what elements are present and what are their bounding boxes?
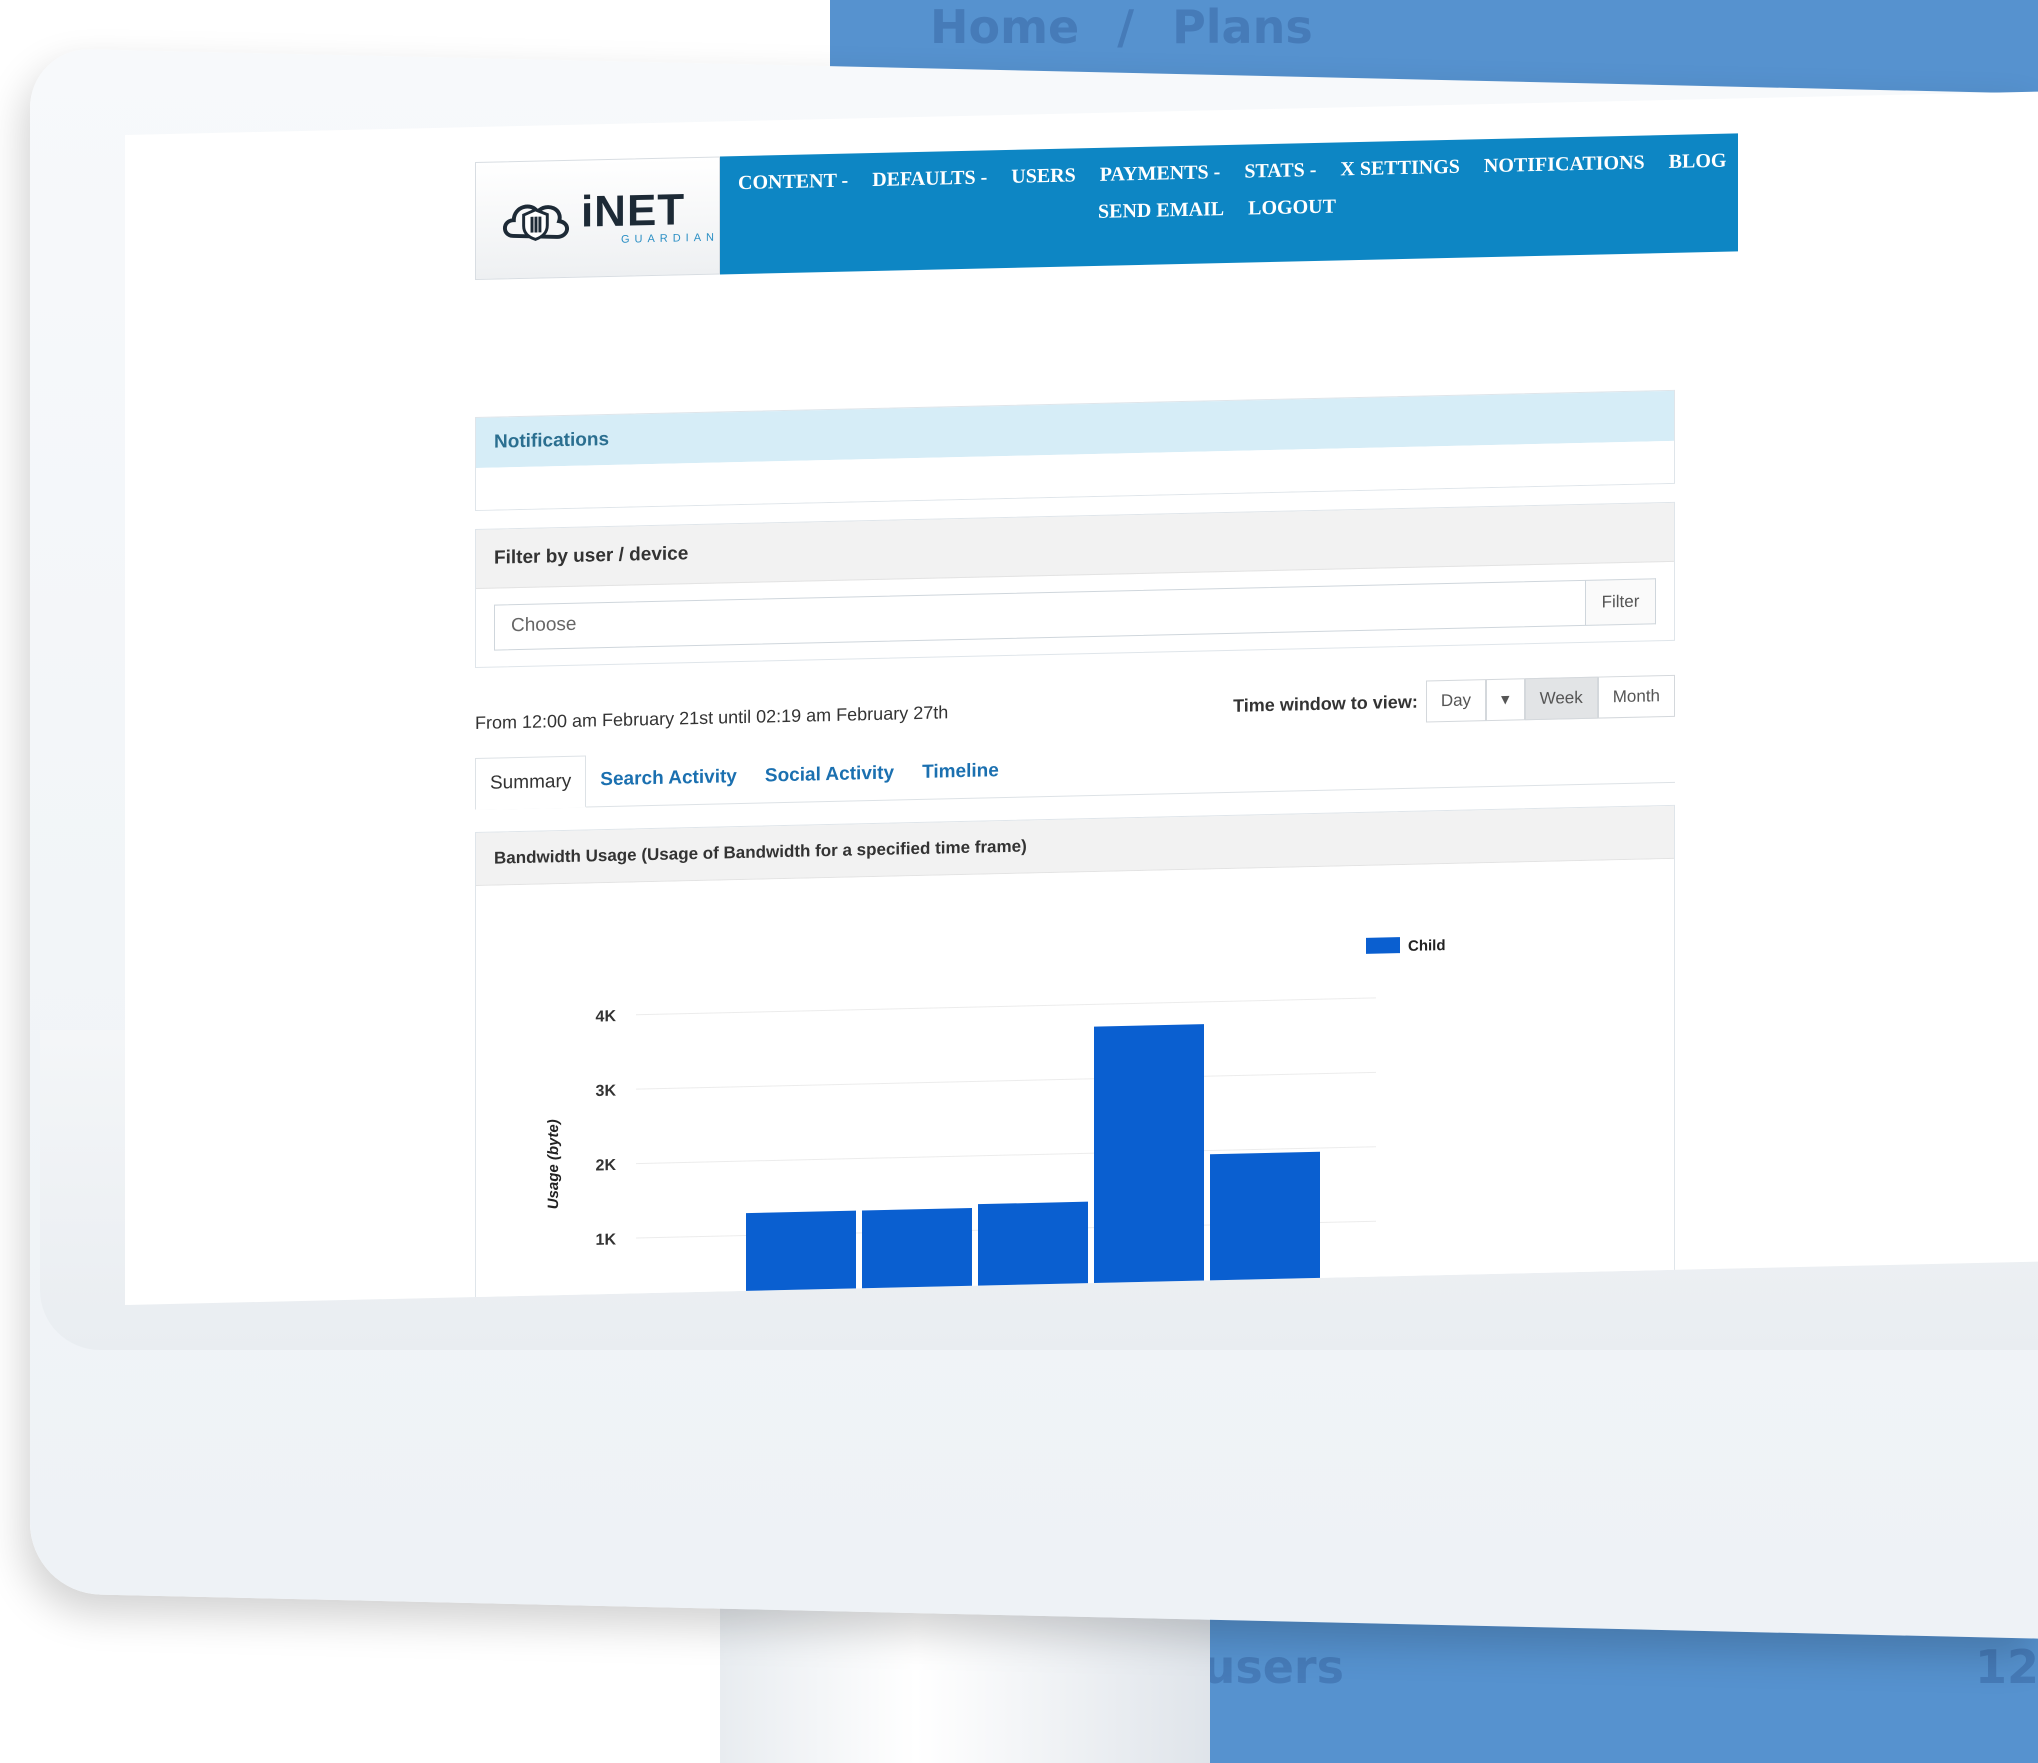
gridline <box>636 997 1376 1016</box>
date-range-text: From 12:00 am February 21st until 02:19 … <box>475 701 949 733</box>
bar <box>1210 1151 1320 1300</box>
legend-label: Child <box>1408 937 1445 955</box>
bandwidth-chart: 1K 2K 3K 4K Usage (byte) Child <box>476 858 1674 1305</box>
logo-tagline: GUARDIAN <box>620 231 719 246</box>
nav-item-users[interactable]: USERS <box>1011 164 1075 188</box>
main-nav: CONTENT - DEFAULTS - USERS PAYMENTS - STATS … <box>720 133 1739 275</box>
y-tick-label: 3K <box>596 1083 617 1100</box>
time-window-day-button[interactable]: Day <box>1425 679 1487 723</box>
range-row: From 12:00 am February 21st until 02:19 … <box>475 674 1675 744</box>
nav-item-stats[interactable]: STATS - <box>1244 159 1316 184</box>
logo-brand: iNET <box>580 185 686 237</box>
top-bar: iNET GUARDIAN CONTENT - DEFAULTS - USERS PA… <box>475 133 1739 287</box>
tab-social-activity[interactable]: Social Activity <box>751 748 908 803</box>
time-window-week-button[interactable]: Week <box>1524 676 1598 721</box>
nav-item-content[interactable]: CONTENT - <box>738 170 848 196</box>
time-window-group: Time window to view: Day ▾ Week Month <box>1233 674 1675 727</box>
filter-panel: Filter by user / device Choose Filter <box>475 501 1675 669</box>
nav-item-notifications[interactable]: NOTIFICATIONS <box>1484 152 1645 179</box>
tab-timeline[interactable]: Timeline <box>908 746 1013 799</box>
user-device-select[interactable]: Choose <box>494 579 1586 651</box>
notifications-panel: Notifications <box>475 389 1675 512</box>
y-tick-label: 4K <box>596 1008 617 1025</box>
app: iNET GUARDIAN CONTENT - DEFAULTS - USERS PA… <box>475 133 1739 1305</box>
nav-item-payments[interactable]: PAYMENTS - <box>1100 161 1221 187</box>
y-tick-label: 2K <box>596 1157 617 1174</box>
tab-search-activity[interactable]: Search Activity <box>586 752 751 807</box>
filter-button[interactable]: Filter <box>1586 578 1656 626</box>
nav-item-logout[interactable]: LOGOUT <box>1248 196 1336 221</box>
time-window-month-button[interactable]: Month <box>1597 674 1675 719</box>
bar <box>1094 1024 1204 1303</box>
time-window-label: Time window to view: <box>1233 691 1418 716</box>
tab-summary[interactable]: Summary <box>475 755 587 811</box>
gridline <box>636 1071 1376 1090</box>
bandwidth-panel: Bandwidth Usage (Usage of Bandwidth for … <box>475 804 1675 1305</box>
background-breadcrumb: Home / Plans <box>930 0 1313 54</box>
monitor-screen: iNET GUARDIAN CONTENT - DEFAULTS - USERS PA… <box>125 91 2038 1305</box>
nav-item-blog[interactable]: BLOG <box>1669 150 1727 174</box>
time-window-dropdown-icon[interactable]: ▾ <box>1486 678 1525 722</box>
cloud-shield-icon <box>502 204 569 241</box>
nav-item-defaults[interactable]: DEFAULTS - <box>872 166 987 192</box>
logo[interactable]: iNET GUARDIAN <box>475 156 720 281</box>
legend-swatch <box>1366 937 1400 954</box>
y-tick-label: 1K <box>596 1231 617 1248</box>
nav-item-send-email[interactable]: SEND EMAIL <box>1098 198 1224 224</box>
nav-item-x-settings[interactable]: X SETTINGS <box>1340 156 1460 182</box>
background-row-price: 12 <box>1975 1640 2038 1694</box>
report-tabs: Summary Search Activity Social Activity … <box>475 730 1675 811</box>
y-axis-label: Usage (byte) <box>545 1119 562 1209</box>
bandwidth-chart-svg: 1K 2K 3K 4K Usage (byte) Child <box>545 937 1445 1305</box>
